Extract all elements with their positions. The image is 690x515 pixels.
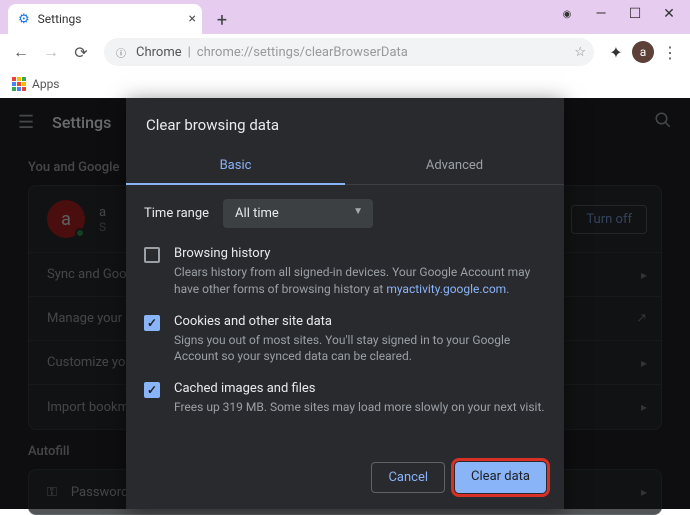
option-desc: Frees up 319 MB. Some sites may load mor… <box>174 399 545 416</box>
dialog-tabs: Basic Advanced <box>126 148 564 185</box>
profile-avatar[interactable]: a <box>632 41 654 63</box>
time-range-row: Time range All time ▼ <box>144 199 546 228</box>
clear-browsing-data-dialog: Clear browsing data Basic Advanced Time … <box>126 98 564 509</box>
tab-advanced[interactable]: Advanced <box>345 148 564 184</box>
checkbox-cookies[interactable]: ✓ <box>144 315 160 331</box>
tab-basic[interactable]: Basic <box>126 148 345 185</box>
new-tab-button[interactable]: + <box>208 6 236 34</box>
option-cached[interactable]: ✓ Cached images and files Frees up 319 M… <box>144 381 546 416</box>
extensions-icon[interactable]: ✦ <box>604 43 628 62</box>
minimize-button[interactable]: ― <box>584 0 618 28</box>
reload-button[interactable]: ⟳ <box>68 38 94 66</box>
address-bar[interactable]: ⓘ Chrome | chrome://settings/clearBrowse… <box>104 38 594 66</box>
checkbox-cached[interactable]: ✓ <box>144 382 160 398</box>
back-button[interactable]: ← <box>8 38 34 66</box>
time-range-select[interactable]: All time ▼ <box>223 199 373 228</box>
dialog-footer: Cancel Clear data <box>126 448 564 509</box>
option-browsing-history[interactable]: Browsing history Clears history from all… <box>144 246 546 298</box>
window-controls: ◉ ― ☐ ✕ <box>550 0 686 28</box>
cancel-button[interactable]: Cancel <box>371 462 445 493</box>
gear-icon: ⚙ <box>18 12 30 27</box>
apps-icon[interactable] <box>12 77 26 91</box>
dialog-title: Clear browsing data <box>126 98 564 148</box>
account-indicator-icon[interactable]: ◉ <box>550 0 584 28</box>
forward-button: → <box>38 38 64 66</box>
option-title: Cookies and other site data <box>174 314 546 329</box>
myactivity-link[interactable]: myactivity.google.com <box>386 282 506 296</box>
window-titlebar: ⚙ Settings × + ◉ ― ☐ ✕ <box>0 0 690 34</box>
bookmarks-bar: Apps <box>0 70 690 98</box>
close-window-button[interactable]: ✕ <box>652 0 686 28</box>
option-desc: Signs you out of most sites. You'll stay… <box>174 332 546 366</box>
apps-label[interactable]: Apps <box>32 77 60 91</box>
option-title: Cached images and files <box>174 381 545 396</box>
browser-toolbar: ← → ⟳ ⓘ Chrome | chrome://settings/clear… <box>0 34 690 70</box>
dialog-body: Time range All time ▼ Browsing history C… <box>126 185 564 448</box>
option-title: Browsing history <box>174 246 546 261</box>
browser-tab[interactable]: ⚙ Settings × <box>8 4 202 34</box>
close-tab-icon[interactable]: × <box>189 11 196 27</box>
time-range-label: Time range <box>144 206 209 221</box>
option-cookies[interactable]: ✓ Cookies and other site data Signs you … <box>144 314 546 366</box>
omnibox-path: chrome://settings/clearBrowserData <box>197 45 408 60</box>
tab-title: Settings <box>38 12 82 26</box>
option-desc: Clears history from all signed-in device… <box>174 264 546 298</box>
menu-kebab-icon[interactable]: ⋮ <box>658 43 682 62</box>
chevron-down-icon: ▼ <box>353 206 363 217</box>
maximize-button[interactable]: ☐ <box>618 0 652 28</box>
site-info-icon[interactable]: ⓘ <box>112 43 130 61</box>
bookmark-star-icon[interactable]: ☆ <box>574 45 586 60</box>
checkbox-browsing-history[interactable] <box>144 247 160 263</box>
clear-data-button[interactable]: Clear data <box>455 462 546 493</box>
omnibox-prefix: Chrome <box>136 45 182 60</box>
